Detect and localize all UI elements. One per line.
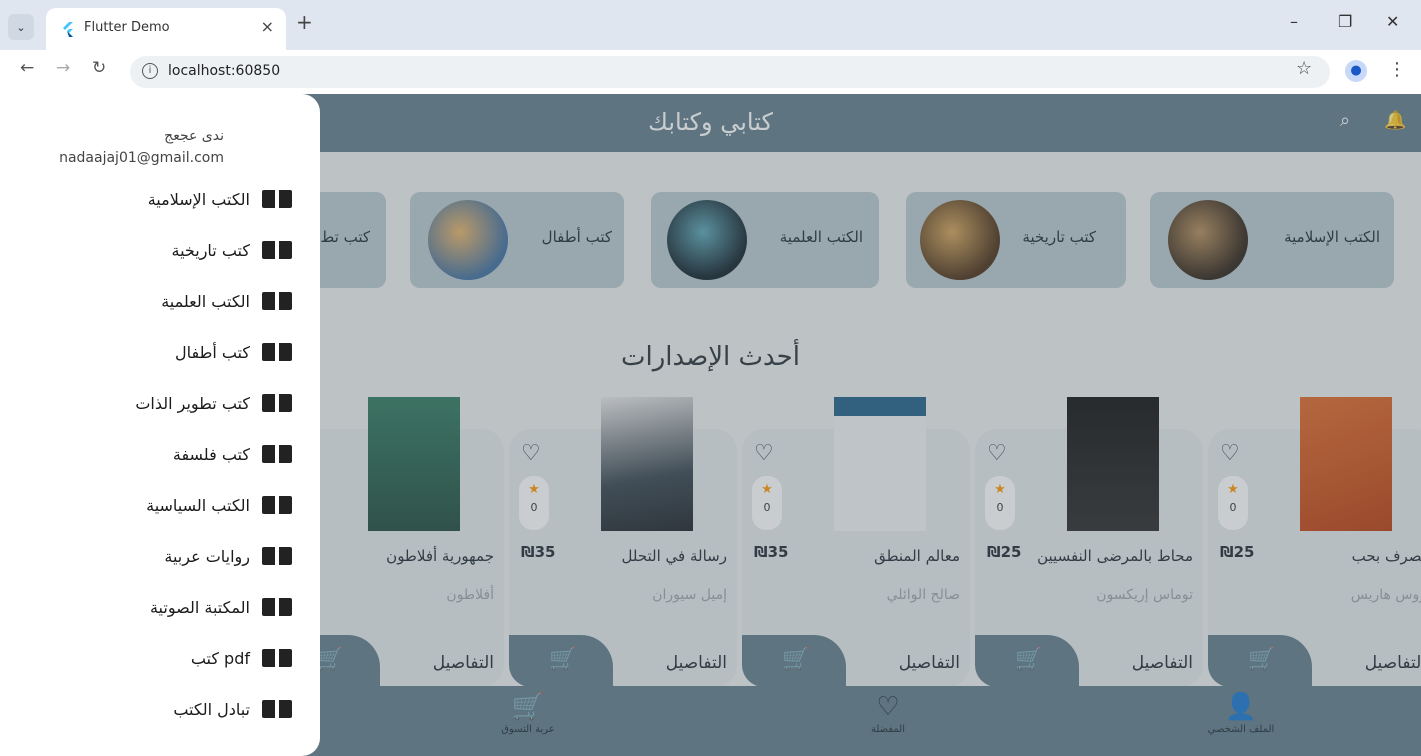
drawer-item-label: الكتب السياسية xyxy=(146,495,250,515)
drawer-item-label: كتب pdf xyxy=(190,648,250,668)
drawer-item[interactable]: تبادل الكتب xyxy=(173,694,292,724)
tab-close-icon[interactable]: × xyxy=(261,17,274,36)
browser-menu-icon[interactable]: ⋮ xyxy=(1388,59,1406,80)
url-text: localhost:60850 xyxy=(168,63,281,79)
tab-search-button[interactable]: ⌄ xyxy=(8,14,34,40)
book-icon xyxy=(262,393,292,413)
close-window-button[interactable]: ✕ xyxy=(1386,12,1399,31)
drawer-item-label: روايات عربية xyxy=(164,546,250,566)
browser-tab-bar: ⌄ Flutter Demo × + – ❐ ✕ xyxy=(0,0,1421,50)
drawer-item-label: كتب فلسفة xyxy=(172,444,250,464)
tab-title: Flutter Demo xyxy=(84,20,170,35)
minimize-button[interactable]: – xyxy=(1290,12,1298,31)
drawer-item-label: كتب أطفال xyxy=(174,342,250,362)
drawer-item[interactable]: روايات عربية xyxy=(164,541,292,571)
browser-tab[interactable]: Flutter Demo × xyxy=(46,8,286,50)
drawer-item[interactable]: الكتب السياسية xyxy=(146,490,292,520)
book-icon xyxy=(262,189,292,209)
drawer-item[interactable]: المكتبة الصوتية xyxy=(150,592,292,622)
drawer-item[interactable]: كتب pdf xyxy=(191,643,292,673)
book-icon xyxy=(262,495,292,515)
user-name: ندى عجعج xyxy=(164,128,224,144)
navigation-drawer: ندى عجعج nadaajaj01@gmail.com الكتب الإس… xyxy=(0,94,320,756)
back-arrow-icon[interactable]: ← xyxy=(20,58,34,78)
drawer-item-label: المكتبة الصوتية xyxy=(149,597,250,617)
drawer-item[interactable]: كتب أطفال xyxy=(175,337,292,367)
book-icon xyxy=(262,444,292,464)
drawer-item[interactable]: الكتب الإسلامية xyxy=(148,184,292,214)
book-icon xyxy=(262,597,292,617)
drawer-item-label: الكتب العلمية xyxy=(161,291,250,311)
drawer-item[interactable]: كتب تطوير الذات xyxy=(135,388,292,418)
site-info-icon[interactable]: i xyxy=(142,63,158,79)
book-icon xyxy=(262,699,292,719)
bookmark-star-icon[interactable]: ☆ xyxy=(1296,58,1312,79)
drawer-item[interactable]: كتب تاريخية xyxy=(172,235,292,265)
url-input[interactable]: i localhost:60850 xyxy=(130,56,1330,88)
drawer-item-label: كتب تاريخية xyxy=(171,240,250,260)
book-icon xyxy=(262,648,292,668)
user-email: nadaajaj01@gmail.com xyxy=(59,150,224,166)
book-icon xyxy=(262,240,292,260)
drawer-item-label: تبادل الكتب xyxy=(173,699,250,719)
restore-button[interactable]: ❐ xyxy=(1338,12,1352,31)
profile-avatar-icon[interactable]: ● xyxy=(1345,60,1367,82)
book-icon xyxy=(262,342,292,362)
address-bar: ← → ↻ i localhost:60850 ☆ ● ⋮ xyxy=(0,50,1421,94)
drawer-item[interactable]: كتب فلسفة xyxy=(173,439,292,469)
drawer-item-label: كتب تطوير الذات xyxy=(135,393,250,413)
new-tab-button[interactable]: + xyxy=(296,10,313,34)
drawer-item[interactable]: الكتب العلمية xyxy=(161,286,292,316)
book-icon xyxy=(262,291,292,311)
flutter-icon xyxy=(63,22,73,37)
reload-icon[interactable]: ↻ xyxy=(92,58,106,78)
drawer-item-label: الكتب الإسلامية xyxy=(147,189,250,209)
book-icon xyxy=(262,546,292,566)
forward-arrow-icon[interactable]: → xyxy=(56,58,70,78)
